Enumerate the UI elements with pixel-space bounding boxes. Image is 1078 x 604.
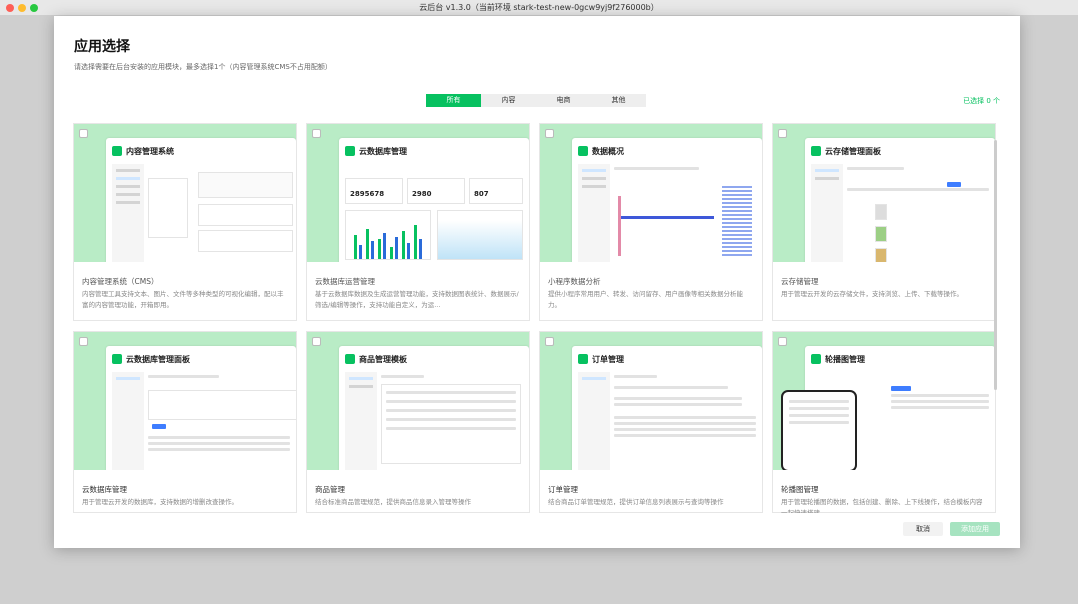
- card-name: 云数据库运营管理: [315, 277, 375, 286]
- card-name: 云存储管理: [781, 277, 819, 286]
- card-preview: 云存储管理面板: [773, 124, 995, 262]
- card-preview: 数据概况: [540, 124, 762, 262]
- image-icon: [811, 354, 821, 364]
- tab-other[interactable]: 其他: [591, 94, 646, 107]
- card-checkbox[interactable]: [545, 129, 554, 138]
- card-preview: 云数据库管理面板: [74, 332, 296, 470]
- cms-icon: [112, 146, 122, 156]
- preview-title: 云存储管理面板: [825, 146, 881, 156]
- tab-content[interactable]: 内容: [481, 94, 536, 107]
- window-title: 云后台 v1.3.0（当前环境 stark-test-new-0gcw9yj9f…: [419, 3, 659, 12]
- preview-screenshot: 商品管理模板: [339, 346, 529, 470]
- app-card-storage[interactable]: 云存储管理面板 云存储管理 用于管理云开发的云存储文件，支持浏览、上传、下载等操…: [772, 123, 996, 321]
- card-preview: 轮播图管理: [773, 332, 995, 470]
- cloud-icon: [112, 354, 122, 364]
- preview-stat: 2980: [412, 190, 432, 198]
- card-name: 轮播图管理: [781, 485, 819, 494]
- card-preview: 订单管理: [540, 332, 762, 470]
- card-checkbox[interactable]: [79, 129, 88, 138]
- tab-all[interactable]: 所有: [426, 94, 481, 107]
- app-card-db-manage[interactable]: 云数据库管理面板 云数据库管理 用于管理云开发的数据库，支持数据的增删改查操作。: [73, 331, 297, 513]
- card-name: 订单管理: [548, 485, 578, 494]
- window-titlebar: 云后台 v1.3.0（当前环境 stark-test-new-0gcw9yj9f…: [0, 0, 1078, 16]
- dialog-subtitle: 请选择需要在后台安装的应用模块，最多选择1个（内容管理系统CMS不占用配额）: [74, 63, 332, 71]
- app-card-analytics[interactable]: 数据概况 小程序数据分析 提供小程序常用用户、转发、访问留存、用户画像等相关数据…: [539, 123, 763, 321]
- app-card-grid: 内容管理系统 内容管理系统（CMS） 内容管理工具支持文本、图片、文件等多种类型…: [73, 123, 996, 513]
- preview-title: 内容管理系统: [126, 146, 174, 156]
- bag-icon: [345, 354, 355, 364]
- card-name: 商品管理: [315, 485, 345, 494]
- preview-screenshot: 云数据库管理面板: [106, 346, 296, 470]
- category-tabs: 所有 内容 电商 其他: [426, 94, 646, 107]
- card-checkbox[interactable]: [545, 337, 554, 346]
- app-card-carousel[interactable]: 轮播图管理 轮播图管理 用于管理轮播图的数据，包括创建、删除、上下线操作，结合模…: [772, 331, 996, 513]
- card-name: 小程序数据分析: [548, 277, 601, 286]
- preview-stat: 807: [474, 190, 489, 198]
- selected-count: 已选择 0 个: [963, 97, 1000, 105]
- bar-chart-icon: [578, 146, 588, 156]
- file-icon: [811, 146, 821, 156]
- card-checkbox[interactable]: [778, 337, 787, 346]
- grid-scrollbar[interactable]: [994, 140, 997, 390]
- app-card-db-ops[interactable]: 云数据库管理 2895678 2980 807 云数据库运营管理 基于云数据库数…: [306, 123, 530, 321]
- card-checkbox[interactable]: [312, 129, 321, 138]
- dialog-title: 应用选择: [74, 39, 130, 55]
- card-preview: 内容管理系统: [74, 124, 296, 262]
- card-description: 用于管理云开发的云存储文件，支持浏览、上传、下载等操作。: [781, 290, 963, 298]
- preview-title: 云数据库管理面板: [126, 354, 190, 364]
- app-card-orders[interactable]: 订单管理 订单管理 结合商品订单管理规范，提供订单信息列表展示与查询等操作: [539, 331, 763, 513]
- card-description: 结合商品订单管理规范，提供订单信息列表展示与查询等操作: [548, 498, 724, 506]
- cancel-button[interactable]: 取消: [903, 522, 943, 536]
- preview-title: 数据概况: [592, 146, 624, 156]
- card-description: 结合标准商品管理规范，提供商品信息录入管理等操作: [315, 498, 471, 506]
- phone-mockup: [781, 390, 857, 470]
- card-preview: 云数据库管理 2895678 2980 807: [307, 124, 529, 262]
- preview-title: 商品管理模板: [359, 354, 407, 364]
- card-name: 云数据库管理: [82, 485, 127, 494]
- preview-title: 云数据库管理: [359, 146, 407, 156]
- card-description: 用于管理轮播图的数据，包括创建、删除、上下线操作，结合模板内容一起快速搭建: [781, 498, 983, 513]
- app-card-goods[interactable]: 商品管理模板 商品管理 结合标准商品管理规范，提供商品信息录入管理等操作: [306, 331, 530, 513]
- tab-ecommerce[interactable]: 电商: [536, 94, 591, 107]
- document-icon: [578, 354, 588, 364]
- folder-icon: [345, 146, 355, 156]
- preview-title: 订单管理: [592, 354, 624, 364]
- app-select-dialog: 应用选择 请选择需要在后台安装的应用模块，最多选择1个（内容管理系统CMS不占用…: [54, 16, 1020, 548]
- preview-stat: 2895678: [350, 190, 385, 198]
- card-checkbox[interactable]: [778, 129, 787, 138]
- preview-screenshot: 内容管理系统: [106, 138, 296, 262]
- preview-screenshot: 云数据库管理 2895678 2980 807: [339, 138, 529, 262]
- card-description: 用于管理云开发的数据库，支持数据的增删改查操作。: [82, 498, 238, 506]
- card-checkbox[interactable]: [79, 337, 88, 346]
- card-description: 内容管理工具支持文本、图片、文件等多种类型的可视化编辑，配以丰富的内容管理功能，…: [82, 290, 284, 309]
- preview-screenshot: 订单管理: [572, 346, 762, 470]
- card-name: 内容管理系统（CMS）: [82, 277, 159, 286]
- preview-title: 轮播图管理: [825, 354, 865, 364]
- add-app-button[interactable]: 添加应用: [950, 522, 1000, 536]
- app-card-cms[interactable]: 内容管理系统 内容管理系统（CMS） 内容管理工具支持文本、图片、文件等多种类型…: [73, 123, 297, 321]
- card-checkbox[interactable]: [312, 337, 321, 346]
- card-description: 基于云数据库数据及生成运营管理功能，支持数据图表统计、数据展示/筛选/编辑等操作…: [315, 290, 519, 309]
- card-description: 提供小程序常用用户、转发、访问留存、用户画像等相关数据分析能力。: [548, 290, 743, 309]
- preview-screenshot: 数据概况: [572, 138, 762, 262]
- card-preview: 商品管理模板: [307, 332, 529, 470]
- preview-screenshot: 云存储管理面板: [805, 138, 995, 262]
